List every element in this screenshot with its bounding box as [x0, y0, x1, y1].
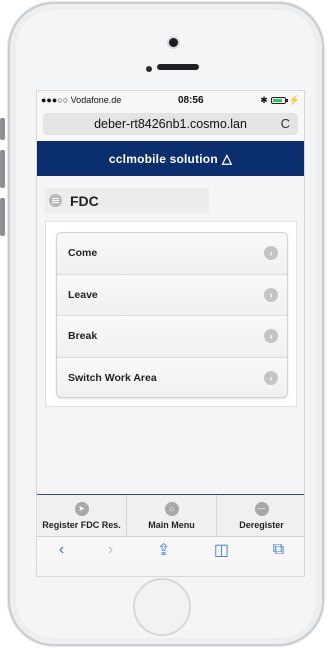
carrier-label: ●●●○○ Vodafone.de — [41, 95, 122, 105]
home-icon: ⌂ — [164, 501, 179, 516]
menu-item-label: Leave — [68, 288, 98, 301]
menu-item-label: Come — [68, 247, 98, 260]
tab-register-fdc[interactable]: ➤ Register FDC Res. — [37, 495, 127, 536]
page-header: FDC — [45, 188, 209, 213]
home-button[interactable] — [133, 578, 191, 636]
tab-label: Deregister — [239, 519, 284, 530]
volume-down-button — [0, 198, 5, 236]
menu-list: Come › Leave › Break › Switch Work Area … — [56, 232, 288, 398]
main-content: FDC Come › Leave › Break › Switch Work A… — [37, 176, 304, 563]
chevron-right-icon: › — [264, 329, 278, 344]
brand-logo-icon: △ — [221, 150, 233, 166]
menu-panel: Come › Leave › Break › Switch Work Area … — [45, 221, 297, 407]
brand-name: cclmobile solution — [108, 151, 218, 166]
menu-item-label: Break — [68, 330, 98, 343]
chevron-right-icon: › — [264, 287, 278, 302]
tab-main-menu[interactable]: ⌂ Main Menu — [127, 495, 217, 536]
battery-icon — [270, 96, 288, 104]
reload-icon[interactable]: C — [281, 116, 290, 131]
charging-icon: ⚡ — [288, 94, 300, 105]
status-bar: ●●●○○ Vodafone.de 08:56 ✱ ⚡ — [37, 91, 304, 109]
proximity-sensor — [146, 66, 152, 72]
tab-label: Main Menu — [148, 519, 195, 530]
menu-item-switch-work-area[interactable]: Switch Work Area › — [57, 357, 287, 397]
volume-up-button — [0, 150, 5, 188]
clock: 08:56 — [177, 94, 204, 106]
front-camera — [169, 38, 178, 47]
forward-icon[interactable]: › — [108, 541, 113, 559]
chevron-right-icon: › — [264, 246, 278, 261]
menu-item-come[interactable]: Come › — [57, 233, 287, 275]
page-title: FDC — [70, 192, 99, 209]
screen: ●●●○○ Vodafone.de 08:56 ✱ ⚡ deber-rt8426… — [36, 90, 305, 577]
bookmarks-icon[interactable]: ◫ — [214, 540, 229, 560]
browser-toolbar: ‹ › ⇪ ◫ ⧉ — [37, 536, 304, 563]
address-bar: deber-rt8426nb1.cosmo.lan C — [37, 109, 304, 141]
bluetooth-icon: ✱ — [260, 94, 268, 105]
bottom-tab-bar: ➤ Register FDC Res. ⌂ Main Menu — Deregi… — [37, 494, 304, 536]
share-icon[interactable]: ⇪ — [157, 540, 170, 560]
minus-circle-icon: — — [254, 501, 269, 516]
status-icons: ✱ ⚡ — [260, 95, 300, 106]
menu-icon[interactable] — [49, 194, 62, 207]
location-arrow-icon: ➤ — [74, 501, 89, 516]
menu-item-label: Switch Work Area — [68, 372, 157, 385]
url-text: deber-rt8426nb1.cosmo.lan — [94, 117, 247, 131]
chevron-right-icon: › — [264, 371, 278, 386]
back-icon[interactable]: ‹ — [59, 541, 64, 559]
tabs-icon[interactable]: ⧉ — [273, 541, 284, 559]
tab-label: Register FDC Res. — [42, 519, 121, 530]
mute-switch — [0, 118, 5, 140]
menu-item-leave[interactable]: Leave › — [57, 274, 287, 316]
brand-header: cclmobile solution △ — [37, 141, 304, 176]
menu-item-break[interactable]: Break › — [57, 316, 287, 358]
tab-deregister[interactable]: — Deregister — [217, 495, 304, 536]
earpiece-speaker — [157, 64, 199, 70]
url-field[interactable]: deber-rt8426nb1.cosmo.lan C — [43, 113, 298, 135]
